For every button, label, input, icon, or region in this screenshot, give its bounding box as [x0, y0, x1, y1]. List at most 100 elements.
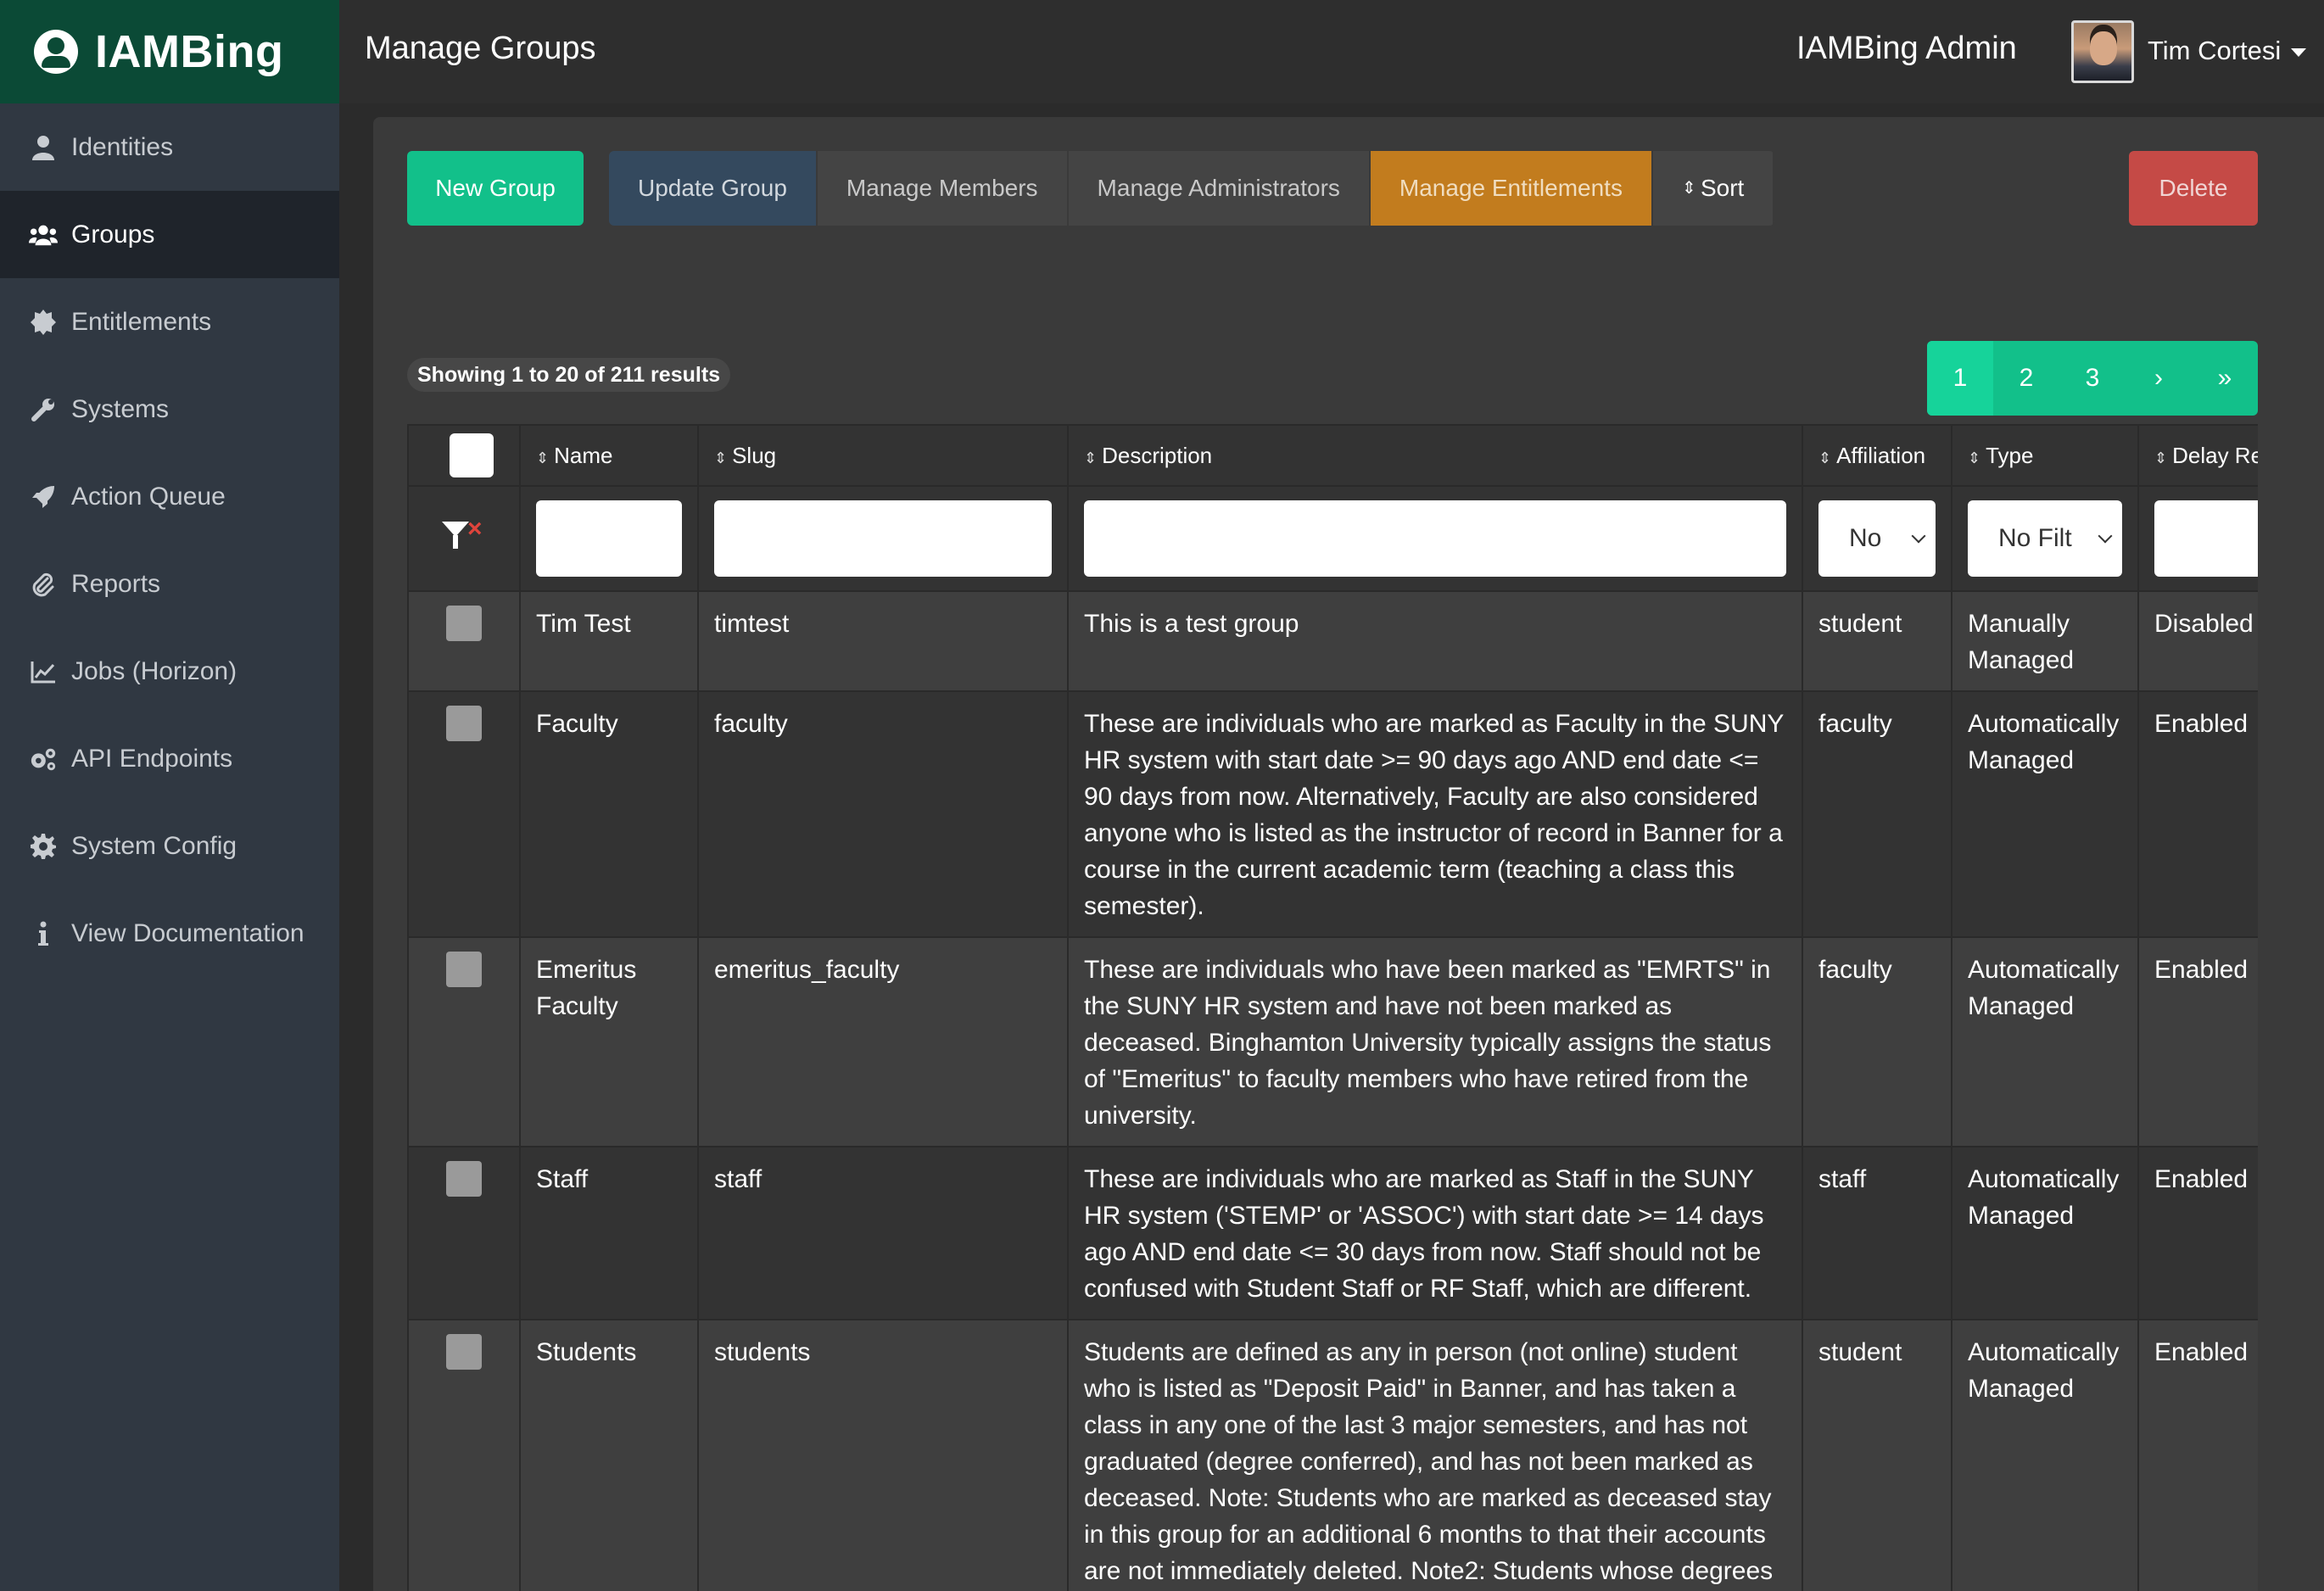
sidebar-item-label: Reports [71, 569, 161, 598]
sidebar-item-systems[interactable]: Systems [0, 366, 339, 453]
last-page-button[interactable]: » [2192, 341, 2258, 416]
table-row[interactable]: Tim Test timtest This is a test group st… [407, 590, 2258, 692]
row-checkbox[interactable] [446, 1161, 482, 1197]
column-header-type[interactable]: ⇕ Type [1951, 424, 2139, 487]
row-checkbox[interactable] [446, 952, 482, 987]
brand[interactable]: IAMBing [0, 0, 339, 103]
table-row[interactable]: Faculty faculty These are individuals wh… [407, 690, 2258, 938]
table-row[interactable]: Emeritus Faculty emeritus_faculty These … [407, 936, 2258, 1147]
column-header-delay[interactable]: ⇕ Delay Re [2137, 424, 2258, 487]
column-header-affiliation[interactable]: ⇕ Affiliation [1802, 424, 1952, 487]
users-icon [29, 221, 58, 249]
update-group-button[interactable]: Update Group [609, 151, 818, 226]
column-header-slug[interactable]: ⇕ Slug [697, 424, 1069, 487]
cell-name: Students [519, 1319, 699, 1591]
sort-icon: ⇕ [2154, 449, 2168, 466]
sidebar-item-system-config[interactable]: System Config [0, 802, 339, 890]
filter-cell-description [1067, 485, 1803, 592]
cell-name: Faculty [519, 690, 699, 938]
sidebar-item-label: Groups [71, 220, 155, 248]
next-page-button[interactable]: › [2126, 341, 2192, 416]
chart-line-icon [29, 657, 58, 686]
row-select-cell [407, 1319, 521, 1591]
cell-description: These are individuals who have been mark… [1067, 936, 1803, 1147]
row-select-cell [407, 690, 521, 938]
manage-members-button[interactable]: Manage Members [817, 151, 1069, 226]
sidebar-item-identities[interactable]: Identities [0, 103, 339, 191]
avatar[interactable] [2071, 20, 2134, 83]
table-row[interactable]: Students students Students are defined a… [407, 1319, 2258, 1591]
pagination: 1 2 3 › » [1927, 341, 2258, 416]
cell-affiliation: student [1802, 590, 1952, 692]
user-menu[interactable]: Tim Cortesi [2148, 36, 2307, 66]
group-actions: Update Group Manage Members Manage Admin… [609, 151, 1775, 226]
slug-filter-input[interactable] [714, 500, 1052, 577]
description-filter-input[interactable] [1084, 500, 1786, 577]
type-filter-select[interactable]: No Filt [1968, 500, 2122, 577]
column-label: Name [554, 442, 613, 468]
table-header-row: ⇕ Name ⇕ Slug ⇕ Description ⇕ Affiliation ⇕ T… [407, 424, 2258, 487]
manage-entitlements-button[interactable]: Manage Entitlements [1370, 151, 1653, 226]
cell-delay: Disabled [2137, 590, 2258, 692]
sort-icon: ⇕ [1818, 449, 1832, 466]
column-header-description[interactable]: ⇕ Description [1067, 424, 1803, 487]
sidebar-item-label: Systems [71, 394, 170, 423]
admin-label: IAMBing Admin [1796, 31, 2017, 66]
clear-filters-icon[interactable]: × [442, 515, 486, 555]
sidebar-item-groups[interactable]: Groups [0, 191, 339, 278]
paperclip-icon [29, 570, 58, 599]
row-checkbox[interactable] [446, 1334, 482, 1370]
info-icon [29, 919, 58, 948]
filter-cell-slug [697, 485, 1069, 592]
row-checkbox[interactable] [446, 606, 482, 641]
cell-description: These are individuals who are marked as … [1067, 1146, 1803, 1320]
cell-name: Tim Test [519, 590, 699, 692]
cell-slug: staff [697, 1146, 1069, 1320]
cell-description: Students are defined as any in person (n… [1067, 1319, 1803, 1591]
user-icon [29, 133, 58, 162]
rocket-icon [29, 483, 58, 511]
name-filter-input[interactable] [536, 500, 682, 577]
sort-icon: ⇕ [1084, 449, 1098, 466]
manage-administrators-button[interactable]: Manage Administrators [1068, 151, 1371, 226]
sidebar-item-jobs[interactable]: Jobs (Horizon) [0, 628, 339, 715]
filter-clear-cell: × [407, 485, 521, 592]
delete-button[interactable]: Delete [2129, 151, 2258, 226]
sort-icon: ⇕ [1968, 449, 1981, 466]
chevron-down-icon [1911, 528, 1926, 544]
affiliation-filter-select[interactable]: No [1818, 500, 1936, 577]
cell-slug: emeritus_faculty [697, 936, 1069, 1147]
new-group-button[interactable]: New Group [407, 151, 584, 226]
select-all-checkbox[interactable] [450, 433, 494, 477]
sort-icon: ⇕ [714, 449, 728, 466]
cell-slug: students [697, 1319, 1069, 1591]
sidebar-item-entitlements[interactable]: Entitlements [0, 278, 339, 366]
sidebar-item-action-queue[interactable]: Action Queue [0, 453, 339, 540]
cell-description: This is a test group [1067, 590, 1803, 692]
sidebar-item-label: API Endpoints [71, 744, 233, 773]
sidebar: Identities Groups Entitlements Systems A… [0, 103, 339, 1591]
table-row[interactable]: Staff staff These are individuals who ar… [407, 1146, 2258, 1320]
row-select-cell [407, 1146, 521, 1320]
select-all-header [407, 424, 521, 487]
user-circle-icon [34, 30, 78, 74]
cell-type: Automatically Managed [1951, 936, 2139, 1147]
sidebar-item-reports[interactable]: Reports [0, 540, 339, 628]
column-label: Delay Re [2172, 442, 2258, 468]
page-1-button[interactable]: 1 [1927, 341, 1993, 416]
sidebar-item-api-endpoints[interactable]: API Endpoints [0, 715, 339, 802]
row-checkbox[interactable] [446, 706, 482, 741]
page-3-button[interactable]: 3 [2059, 341, 2126, 416]
cell-delay: Enabled [2137, 1146, 2258, 1320]
filter-row: × No No Filt [407, 485, 2258, 592]
delay-filter-input[interactable] [2154, 500, 2258, 577]
sort-button[interactable]: ⇕ Sort [1652, 151, 1775, 226]
column-header-name[interactable]: ⇕ Name [519, 424, 699, 487]
filter-cell-type: No Filt [1951, 485, 2139, 592]
chevron-down-icon [2098, 528, 2113, 544]
sidebar-item-label: Identities [71, 132, 174, 161]
page-2-button[interactable]: 2 [1993, 341, 2059, 416]
certificate-icon [29, 308, 58, 337]
sidebar-item-view-documentation[interactable]: View Documentation [0, 890, 339, 977]
sort-label: Sort [1700, 175, 1745, 201]
